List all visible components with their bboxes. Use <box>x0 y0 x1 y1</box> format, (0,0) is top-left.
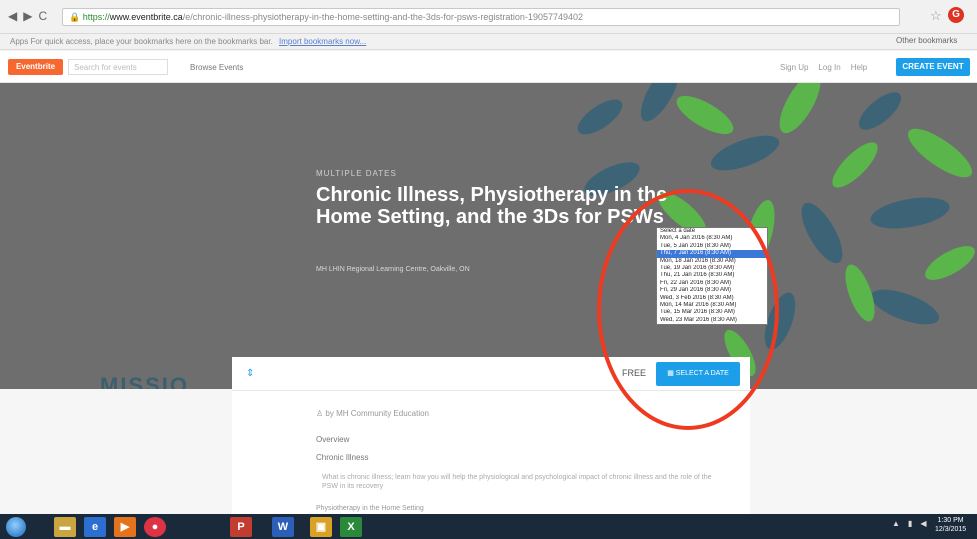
log-in-link[interactable]: Log In <box>818 63 840 72</box>
tree-leaves-illustration <box>577 83 975 377</box>
organizer-label: by MH Community Education <box>325 409 429 418</box>
sign-up-link[interactable]: Sign Up <box>780 63 808 72</box>
overview-heading: Overview <box>316 435 350 444</box>
organizer-icon: ♙ <box>316 409 324 418</box>
taskbar-clock[interactable]: 1:30 PM 12/3/2015 <box>935 516 966 534</box>
import-bookmarks-link[interactable]: Import bookmarks now... <box>279 37 366 46</box>
event-hero: MULTIPLE DATES Chronic Illness, Physioth… <box>0 83 977 389</box>
bookmarks-bar: Apps For quick access, place your bookma… <box>0 34 977 50</box>
url-domain: www.eventbrite.ca <box>109 12 183 22</box>
excel-icon[interactable]: X <box>340 517 362 537</box>
site-header: Eventbrite Search for events Browse Even… <box>0 51 977 83</box>
course-subheading: Physiotherapy in the Home Setting <box>316 505 424 512</box>
chrome-icon[interactable]: ● <box>144 517 166 537</box>
start-button-icon[interactable] <box>6 517 26 537</box>
course-bullet: What is chronic illness; learn how you w… <box>322 474 712 490</box>
url-scheme: https:// <box>82 12 110 22</box>
ticket-icon: ⇕ <box>246 368 255 379</box>
clock-time: 1:30 PM <box>937 517 964 524</box>
forward-icon[interactable]: ▶ <box>23 9 32 23</box>
url-path: /e/chronic-illness-physiotherapy-in-the-… <box>182 12 583 22</box>
system-tray: ▲ ▮ ◀ <box>892 519 926 528</box>
paint-icon[interactable]: ▣ <box>310 517 332 537</box>
apps-shortcut[interactable]: Apps <box>10 37 28 46</box>
help-link[interactable]: Help <box>851 63 867 72</box>
other-bookmarks[interactable]: Other bookmarks <box>896 36 957 45</box>
create-event-button[interactable]: CREATE EVENT <box>896 58 970 76</box>
back-icon[interactable]: ◀ <box>8 9 17 23</box>
address-bar[interactable]: 🔒 https://www.eventbrite.ca/e/chronic-il… <box>62 8 900 26</box>
clock-date: 12/3/2015 <box>935 526 967 533</box>
explorer-icon[interactable]: ▬ <box>54 517 76 537</box>
mission-heading: MISSIO <box>100 373 190 389</box>
bookmark-star-icon[interactable]: ☆ <box>930 8 942 24</box>
site-search-input[interactable]: Search for events <box>68 59 168 75</box>
browse-events-link[interactable]: Browse Events <box>190 63 243 72</box>
organizer-line[interactable]: ♙ by MH Community Education <box>316 409 429 418</box>
volume-icon[interactable]: ◀ <box>920 519 926 528</box>
header-links: Sign Up Log In Help <box>780 63 867 72</box>
lock-icon: 🔒 <box>69 12 81 22</box>
word-icon[interactable]: W <box>272 517 294 537</box>
event-kicker: MULTIPLE DATES <box>316 169 397 178</box>
tray-arrow-icon[interactable]: ▲ <box>892 519 900 528</box>
internet-explorer-icon[interactable]: e <box>84 517 106 537</box>
event-title: Chronic Illness, Physiotherapy in the Ho… <box>316 184 668 228</box>
extension-icon[interactable]: G <box>948 7 964 23</box>
powerpoint-icon[interactable]: P <box>230 517 252 537</box>
bookmarks-hint: For quick access, place your bookmarks h… <box>30 37 273 46</box>
browser-nav: ◀ ▶ C <box>8 9 47 23</box>
eventbrite-logo[interactable]: Eventbrite <box>8 59 63 75</box>
event-venue[interactable]: MH LHIN Regional Learning Centre, Oakvil… <box>316 266 470 273</box>
media-player-icon[interactable]: ▶ <box>114 517 136 537</box>
reload-icon[interactable]: C <box>38 9 47 23</box>
red-annotation-circle <box>597 189 779 430</box>
course-heading: Chronic Illness <box>316 453 369 462</box>
network-icon[interactable]: ▮ <box>908 519 912 528</box>
